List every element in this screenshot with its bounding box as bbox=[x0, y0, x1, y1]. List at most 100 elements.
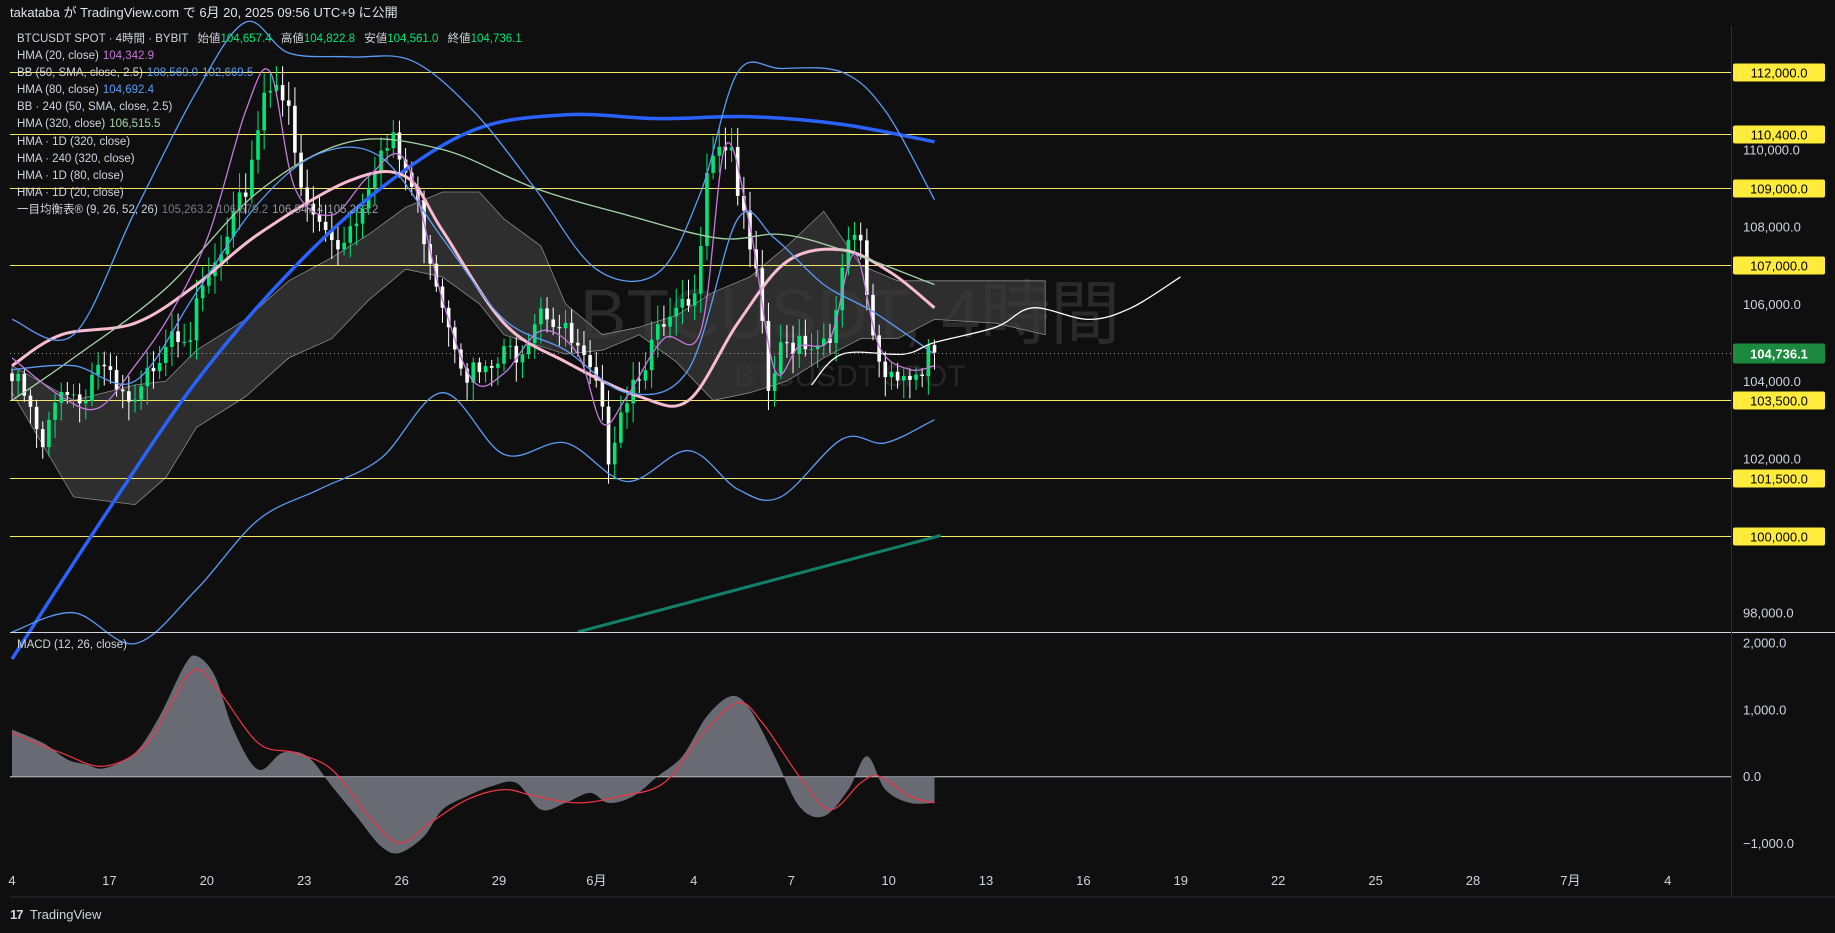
legend-indicator[interactable]: HMA (80, close) 104,692.4 bbox=[17, 82, 522, 99]
level-price-label: 101,500.0 bbox=[1750, 472, 1808, 487]
ohlc-open: 104,657.4 bbox=[220, 33, 272, 45]
legend: BTCUSDT SPOT · 4時間 · BYBIT 始値104,657.4 高… bbox=[17, 31, 522, 219]
candle-body bbox=[108, 366, 113, 370]
candle-body bbox=[151, 367, 156, 372]
candle-body bbox=[631, 379, 635, 404]
candle-body bbox=[699, 246, 703, 294]
candle-body bbox=[668, 316, 672, 327]
legend-indicator[interactable]: BB (50, SMA, close, 2.5) 108,569.0 102,669… bbox=[17, 65, 522, 82]
legend-indicator[interactable]: 一目均衡表® (9, 26, 52, 26) 105,263.2 106,579.2… bbox=[17, 202, 522, 219]
candle-body bbox=[606, 406, 611, 465]
candle-body bbox=[901, 375, 906, 381]
indicator-name: BB (50, SMA, close, 2.5) bbox=[17, 67, 143, 80]
candle-body bbox=[809, 349, 814, 351]
candle-body bbox=[557, 327, 562, 329]
candle-body bbox=[914, 374, 918, 380]
indicator-name: BB · 240 (50, SMA, close, 2.5) bbox=[17, 101, 173, 114]
indicator-name: HMA (20, close) bbox=[17, 50, 99, 63]
candle-body bbox=[705, 172, 709, 247]
ohlc-low: 104,561.0 bbox=[387, 33, 439, 45]
candle-body bbox=[803, 335, 808, 350]
candle-body bbox=[908, 375, 912, 380]
legend-indicator[interactable]: HMA (20, close) 104,342.9 bbox=[17, 48, 522, 65]
candle-body bbox=[40, 429, 45, 448]
level-price-label: 100,000.0 bbox=[1750, 530, 1808, 545]
tradingview-logo-icon: 17 bbox=[10, 907, 24, 922]
candle-body bbox=[778, 342, 783, 374]
time-tick-label: 4 bbox=[690, 873, 697, 888]
candle-body bbox=[932, 344, 937, 353]
ohlc-high: 104,822.8 bbox=[303, 33, 356, 45]
candle-body bbox=[858, 234, 863, 241]
legend-indicator[interactable]: HMA · 1D (20, close) bbox=[17, 185, 522, 202]
time-tick-label: 4 bbox=[1664, 873, 1671, 888]
time-tick-label: 7 bbox=[788, 873, 795, 888]
candle-body bbox=[637, 379, 642, 381]
candle-body bbox=[612, 442, 617, 465]
candle-body bbox=[348, 226, 353, 243]
price-tick-label: 106,000.0 bbox=[1743, 297, 1801, 312]
candle-body bbox=[65, 391, 70, 396]
legend-indicator[interactable]: HMA (320, close) 106,515.5 bbox=[17, 116, 522, 133]
candle-body bbox=[157, 362, 162, 372]
legend-indicator[interactable]: BB · 240 (50, SMA, close, 2.5) bbox=[17, 99, 522, 116]
candle-body bbox=[600, 380, 605, 407]
level-price-label: 107,000.0 bbox=[1750, 259, 1808, 274]
candle-body bbox=[569, 322, 574, 343]
level-price-label: 112,000.0 bbox=[1751, 66, 1808, 81]
macd-pane: 2,000.0 1,000.0 0.0 −1,000.0 bbox=[10, 636, 1794, 854]
time-tick-label: 23 bbox=[297, 873, 311, 888]
candle-body bbox=[194, 298, 199, 341]
candle-body bbox=[342, 242, 346, 250]
candle-body bbox=[766, 320, 771, 391]
macd-tick-label: 1,000.0 bbox=[1743, 702, 1786, 717]
time-tick-label: 10 bbox=[881, 873, 895, 888]
macd-area bbox=[12, 655, 935, 854]
price-tick-label: 102,000.0 bbox=[1743, 451, 1801, 466]
price-tick-label: 104,000.0 bbox=[1743, 374, 1801, 389]
candle-body bbox=[643, 370, 648, 381]
candle-body bbox=[551, 319, 555, 328]
legend-indicator[interactable]: HMA · 1D (80, close) bbox=[17, 168, 522, 185]
candle-body bbox=[920, 374, 924, 376]
indicator-name: HMA · 1D (320, close) bbox=[17, 135, 131, 148]
candle-body bbox=[852, 234, 857, 240]
candle-body bbox=[662, 324, 666, 327]
indicator-name: HMA · 1D (20, close) bbox=[17, 186, 124, 199]
level-price-label: 103,500.0 bbox=[1750, 394, 1808, 409]
legend-indicator[interactable]: HMA · 240 (320, close) bbox=[17, 151, 522, 168]
indicator-name: HMA (320, close) bbox=[17, 118, 106, 131]
candle-body bbox=[686, 298, 691, 306]
time-tick-label: 6月 bbox=[586, 873, 606, 888]
legend-indicator[interactable]: HMA · 1D (320, close) bbox=[17, 134, 522, 151]
candle-body bbox=[545, 308, 549, 320]
candle-body bbox=[477, 362, 482, 373]
macd-tick-label: 0.0 bbox=[1743, 769, 1761, 784]
price-tick-label: 98,000.0 bbox=[1743, 606, 1794, 621]
candle-body bbox=[563, 322, 568, 329]
candle-body bbox=[539, 308, 543, 325]
macd-legend[interactable]: MACD (12, 26, close) bbox=[17, 639, 127, 651]
candle-body bbox=[102, 364, 107, 367]
candle-body bbox=[483, 366, 488, 373]
candle-body bbox=[502, 346, 506, 364]
candle-body bbox=[200, 285, 205, 299]
candle-body bbox=[625, 403, 629, 413]
time-tick-label: 17 bbox=[102, 873, 116, 888]
candle-body bbox=[71, 394, 76, 396]
time-tick-label: 16 bbox=[1076, 873, 1090, 888]
time-tick-label: 19 bbox=[1174, 873, 1188, 888]
candle-body bbox=[889, 371, 894, 378]
indicator-value: 105,263.2 bbox=[327, 203, 379, 216]
candle-body bbox=[772, 373, 777, 391]
candle-body bbox=[53, 402, 57, 420]
candle-body bbox=[96, 364, 100, 375]
candle-body bbox=[10, 373, 14, 382]
ohlc-open-label: 始値 bbox=[197, 33, 221, 45]
indicator-line bbox=[577, 534, 942, 634]
indicator-value: 104,692.4 bbox=[102, 84, 154, 97]
indicator-value: 108,569.0 bbox=[146, 67, 199, 80]
indicator-value: 102,669.5 bbox=[202, 67, 254, 80]
candle-body bbox=[90, 374, 94, 401]
candle-body bbox=[588, 355, 592, 368]
